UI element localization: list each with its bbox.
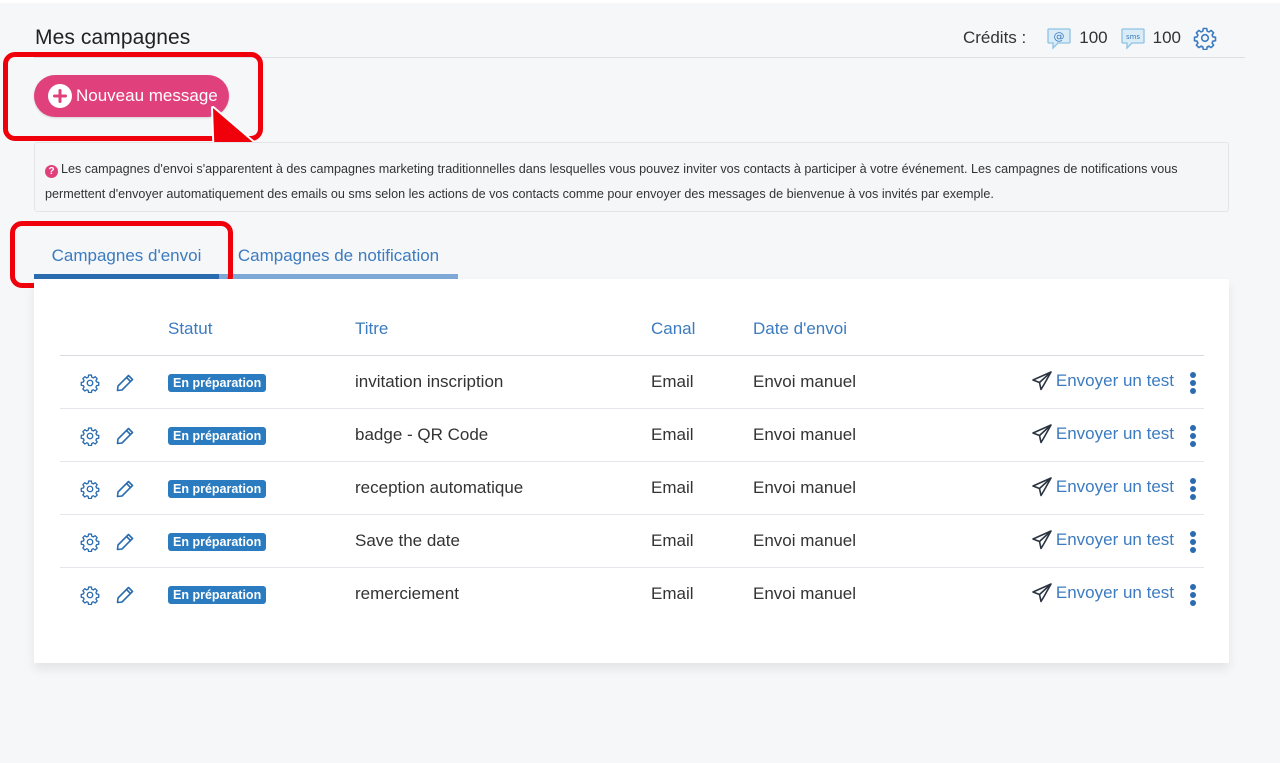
gear-icon[interactable] [80, 373, 100, 394]
campaign-channel: Email [651, 372, 694, 391]
send-test-label: Envoyer un test [1055, 530, 1174, 549]
paper-plane-icon [1032, 477, 1052, 497]
campaign-title: invitation inscription [355, 372, 504, 391]
send-test-link[interactable]: Envoyer un test [1031, 476, 1174, 498]
column-header-titre: Titre [355, 319, 389, 338]
svg-text:@: @ [1054, 30, 1065, 43]
table-row: En préparation reception automatique Ema… [60, 462, 1204, 515]
more-options-icon[interactable] [1190, 425, 1196, 447]
gear-icon[interactable] [80, 585, 100, 606]
sms-credits-icon: sms [1120, 25, 1146, 51]
send-test-label: Envoyer un test [1055, 424, 1174, 443]
sms-credits-icon-text: sms [1126, 33, 1140, 41]
page: Mes campagnes Crédits : @ 100 sms 100 No… [0, 0, 1280, 763]
pencil-icon[interactable] [115, 479, 135, 499]
table-row: En préparation invitation inscription Em… [60, 356, 1204, 409]
column-header-statut: Statut [168, 319, 213, 338]
campaign-send-date: Envoi manuel [753, 425, 857, 444]
highlight-tab [10, 221, 233, 288]
info-box: ? Les campagnes d'envoi s'apparentent à d… [34, 142, 1229, 212]
send-test-label: Envoyer un test [1055, 371, 1174, 390]
status-badge: En préparation [168, 374, 267, 392]
top-strip [0, 0, 1280, 3]
status-badge: En préparation [168, 427, 267, 445]
campaign-channel: Email [651, 531, 694, 550]
campaign-title: badge - QR Code [355, 425, 489, 444]
campaigns-table: Statut Titre Canal Date d'envoi En prépa… [60, 305, 1204, 621]
email-credits-value: 100 [1079, 28, 1108, 47]
send-test-label: Envoyer un test [1055, 583, 1174, 602]
more-options-icon[interactable] [1190, 531, 1196, 553]
column-header-canal: Canal [651, 319, 696, 338]
campaign-send-date: Envoi manuel [753, 372, 857, 391]
pencil-icon[interactable] [115, 373, 135, 393]
question-icon: ? [45, 165, 58, 178]
campaign-send-date: Envoi manuel [753, 584, 857, 603]
paper-plane-icon [1032, 530, 1052, 550]
table-body: En préparation invitation inscription Em… [60, 356, 1204, 621]
credits: Crédits : @ 100 sms 100 [963, 24, 1217, 52]
gear-icon[interactable] [1193, 26, 1217, 50]
gear-icon[interactable] [80, 426, 100, 447]
paper-plane-icon [1032, 583, 1052, 603]
status-badge: En préparation [168, 480, 267, 498]
more-options-icon[interactable] [1190, 584, 1196, 606]
send-test-link[interactable]: Envoyer un test [1031, 370, 1174, 392]
campaign-title: remerciement [355, 584, 459, 603]
campaign-channel: Email [651, 425, 694, 444]
email-credits-icon: @ [1046, 25, 1072, 51]
table-row: En préparation remerciement Email Envoi … [60, 568, 1204, 621]
campaign-send-date: Envoi manuel [753, 531, 857, 550]
more-options-icon[interactable] [1190, 372, 1196, 394]
status-badge: En préparation [168, 533, 267, 551]
campaign-channel: Email [651, 584, 694, 603]
pencil-icon[interactable] [115, 585, 135, 605]
more-options-icon[interactable] [1190, 478, 1196, 500]
campaigns-panel: Statut Titre Canal Date d'envoi En prépa… [34, 279, 1229, 663]
campaign-title: Save the date [355, 531, 460, 550]
pencil-icon[interactable] [115, 532, 135, 552]
status-badge: En préparation [168, 586, 267, 604]
paper-plane-icon [1032, 371, 1052, 391]
send-test-label: Envoyer un test [1055, 477, 1174, 496]
gear-icon[interactable] [80, 479, 100, 500]
gear-icon[interactable] [80, 532, 100, 553]
send-test-link[interactable]: Envoyer un test [1031, 529, 1174, 551]
send-test-link[interactable]: Envoyer un test [1031, 423, 1174, 445]
credits-label: Crédits : [962, 28, 1027, 47]
column-header-date-envoi: Date d'envoi [753, 319, 847, 338]
page-title: Mes campagnes [35, 26, 191, 49]
send-test-link[interactable]: Envoyer un test [1031, 582, 1174, 604]
campaign-send-date: Envoi manuel [753, 478, 857, 497]
campaign-title: reception automatique [355, 478, 524, 497]
table-header: Statut Titre Canal Date d'envoi [60, 305, 1204, 356]
tab-campagnes-notification[interactable]: Campagnes de notification [219, 234, 458, 279]
table-row: En préparation Save the date Email Envoi… [60, 515, 1204, 568]
paper-plane-icon [1032, 424, 1052, 444]
campaign-channel: Email [651, 478, 694, 497]
info-text: Les campagnes d'envoi s'apparentent à de… [45, 162, 1178, 201]
table-row: En préparation badge - QR Code Email Env… [60, 409, 1204, 462]
sms-credits-value: 100 [1152, 28, 1181, 47]
pencil-icon[interactable] [115, 426, 135, 446]
